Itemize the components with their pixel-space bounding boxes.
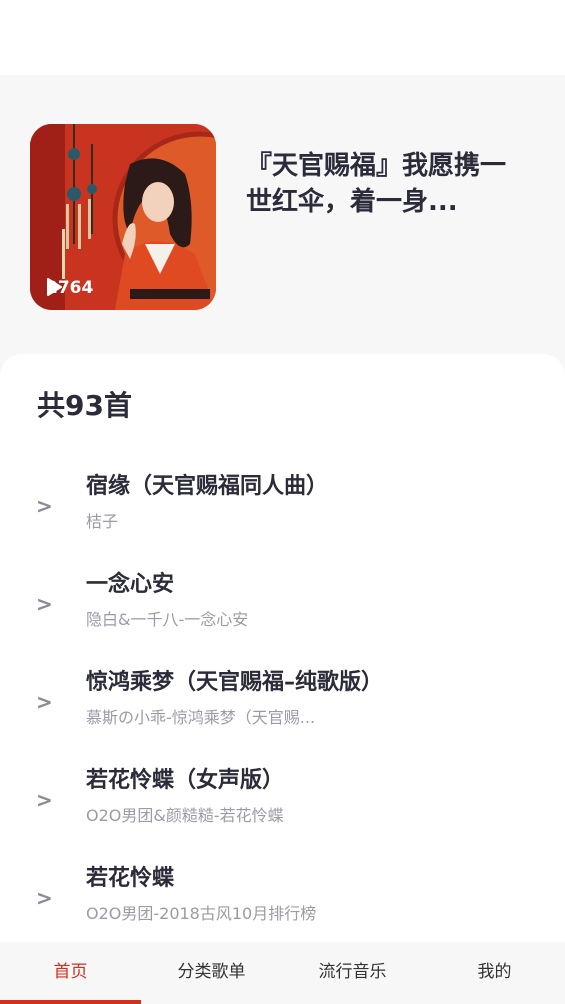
tab-mine[interactable]: 我的 — [424, 942, 565, 1004]
playlist-cover-image[interactable]: 2764 — [30, 124, 216, 310]
song-artist: O2O男团&颜糙糙-若花怜蝶 — [86, 806, 284, 825]
song-title: 若花怜蝶（女声版） — [86, 768, 285, 793]
chevron-right-icon: > — [36, 494, 53, 518]
play-count: 2764 — [46, 278, 93, 298]
top-blank-area — [0, 0, 565, 75]
chevron-right-icon: > — [36, 788, 53, 812]
tab-popular-music-label: 流行音乐 — [318, 962, 387, 982]
active-tab-indicator — [0, 1000, 141, 1004]
chevron-right-icon: > — [36, 592, 53, 616]
song-artist: O2O男团-2018古风10月排行榜 — [86, 904, 317, 923]
song-item[interactable]: > 惊鸿乘梦（天官赐福–纯歌版） 慕斯の小乖-惊鸿乘梦（天官赐... — [0, 660, 565, 758]
tab-mine-label: 我的 — [477, 962, 512, 982]
tab-home[interactable]: 首页 — [0, 942, 141, 1004]
song-artist: 隐白&一千八-一念心安 — [86, 610, 249, 629]
chevron-right-icon: > — [36, 690, 53, 714]
song-artist: 桔子 — [86, 512, 119, 531]
bottom-tab-bar: 首页 分类歌单 流行音乐 我的 — [0, 942, 565, 1004]
song-item[interactable]: > 一念心安 隐白&一千八-一念心安 — [0, 562, 565, 660]
song-item[interactable]: > 若花怜蝶 O2O男团-2018古风10月排行榜 — [0, 856, 565, 954]
song-item[interactable]: > 若花怜蝶（女声版） O2O男团&颜糙糙-若花怜蝶 — [0, 758, 565, 856]
tab-category-playlists-label: 分类歌单 — [177, 962, 246, 982]
song-count: 共93首 — [37, 389, 132, 422]
song-title: 惊鸿乘梦（天官赐福–纯歌版） — [86, 670, 384, 695]
tab-popular-music[interactable]: 流行音乐 — [282, 942, 423, 1004]
tab-category-playlists[interactable]: 分类歌单 — [141, 942, 282, 1004]
song-title: 宿缘（天官赐福同人曲） — [86, 474, 329, 499]
song-artist: 慕斯の小乖-惊鸿乘梦（天官赐... — [86, 708, 316, 727]
song-title: 一念心安 — [86, 572, 175, 597]
tab-home-label: 首页 — [53, 962, 88, 982]
playlist-title: 『天官赐福』我愿携一世红伞，着一身... — [246, 151, 507, 217]
play-icon — [47, 278, 62, 296]
song-title: 若花怜蝶 — [86, 866, 175, 891]
song-item[interactable]: > 宿缘（天官赐福同人曲） 桔子 — [0, 464, 565, 562]
chevron-right-icon: > — [36, 886, 53, 910]
